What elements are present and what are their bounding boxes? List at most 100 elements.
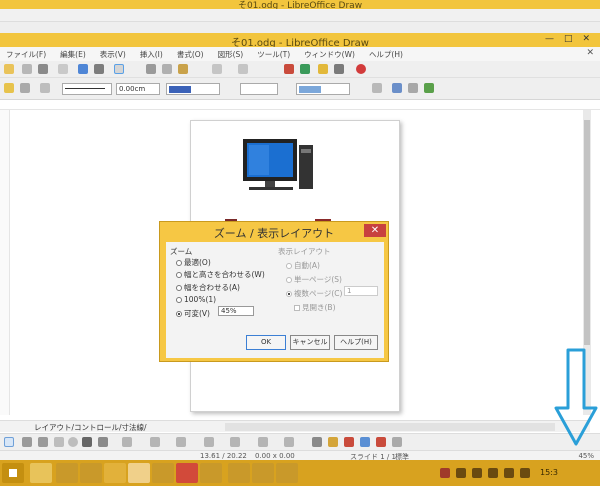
taskbar-app-icon[interactable] [104, 463, 126, 483]
menu-edit[interactable]: 編集(E) [60, 49, 86, 60]
help-button[interactable]: ヘルプ(H) [334, 335, 378, 350]
maximize-button[interactable]: □ [564, 34, 573, 44]
redo-icon[interactable] [238, 64, 248, 74]
gradient-icon[interactable] [392, 83, 402, 93]
ime-icon[interactable] [520, 468, 530, 478]
line-width-field[interactable]: 0.00cm [116, 83, 160, 95]
print-icon[interactable] [94, 64, 104, 74]
spelling-icon[interactable] [284, 64, 294, 74]
close-document-icon[interactable]: ✕ [586, 48, 594, 58]
line-arrow-icon[interactable] [20, 83, 30, 93]
clock[interactable]: 15:3 [540, 468, 558, 477]
line-icon[interactable] [22, 437, 32, 447]
volume-icon[interactable] [504, 468, 514, 478]
start-button-icon[interactable] [2, 463, 24, 483]
taskbar-app-icon[interactable] [80, 463, 102, 483]
gallery-icon[interactable] [360, 437, 370, 447]
taskbar-app-icon[interactable] [228, 463, 250, 483]
menu-file[interactable]: ファイル(F) [6, 49, 46, 60]
taskbar-app-icon[interactable] [276, 463, 298, 483]
menu-help[interactable]: ヘルプ(H) [369, 49, 403, 60]
dialog-close-button[interactable]: ✕ [364, 224, 386, 237]
bookmode-checkbox[interactable]: 見開き(B) [294, 302, 336, 313]
navigator-icon[interactable] [318, 64, 328, 74]
stars-icon[interactable] [284, 437, 294, 447]
menu-tools[interactable]: ツール(T) [257, 49, 290, 60]
zoom-option-fit-whole[interactable]: 幅と高さを合わせる(W) [176, 269, 265, 280]
shadow-icon[interactable] [372, 83, 382, 93]
fontwork-icon[interactable] [98, 437, 108, 447]
select-icon[interactable] [4, 437, 14, 447]
rectangle-icon[interactable] [54, 437, 64, 447]
close-window-button[interactable]: ✕ [582, 34, 590, 44]
line-color-select[interactable] [166, 83, 220, 95]
layout-option-single[interactable]: 単一ページ(S) [286, 274, 342, 285]
tray-icon[interactable] [440, 468, 450, 478]
lines-arrows-icon[interactable] [150, 437, 160, 447]
libreoffice-draw-taskbar-icon[interactable] [128, 463, 150, 483]
menu-shape[interactable]: 図形(S) [218, 49, 244, 60]
text-icon[interactable] [82, 437, 92, 447]
vertical-scrollbar-thumb[interactable] [584, 120, 590, 345]
layout-option-columns[interactable]: 複数ページ(C) [286, 288, 342, 299]
save-icon[interactable] [38, 64, 48, 74]
new-icon[interactable] [4, 64, 14, 74]
cut-icon[interactable] [146, 64, 156, 74]
symbol-shapes-icon[interactable] [230, 437, 240, 447]
columns-field[interactable]: 1 [344, 286, 378, 296]
tab-layout[interactable]: レイアウト/コントロール/寸法線/ [34, 422, 147, 433]
zoom-option-100[interactable]: 100%(1) [176, 295, 216, 304]
export-pdf-icon[interactable] [78, 64, 88, 74]
points-icon[interactable] [312, 437, 322, 447]
open-icon[interactable] [22, 64, 32, 74]
cancel-button[interactable]: キャンセル [290, 335, 330, 350]
network-icon[interactable] [488, 468, 498, 478]
curve-icon[interactable] [176, 437, 186, 447]
connector-icon[interactable] [122, 437, 132, 447]
line-style-icon[interactable] [4, 83, 14, 93]
taskbar-app-icon[interactable] [200, 463, 222, 483]
flag-icon[interactable] [472, 468, 482, 478]
minimize-button[interactable]: — [545, 34, 554, 44]
zoom-option-fit-width[interactable]: 幅を合わせる(A) [176, 282, 240, 293]
position-size-icon[interactable] [424, 83, 434, 93]
zoom-option-optimal[interactable]: 最適(O) [176, 257, 211, 268]
taskbar-pdf-icon[interactable] [176, 463, 198, 483]
arrow-line-icon[interactable] [38, 437, 48, 447]
basic-shapes-icon[interactable] [204, 437, 214, 447]
area-icon[interactable] [40, 83, 50, 93]
taskbar-app-icon[interactable] [252, 463, 274, 483]
from-file-icon[interactable] [344, 437, 354, 447]
extrusion-icon[interactable] [376, 437, 386, 447]
tray-icon[interactable] [456, 468, 466, 478]
horizontal-scrollbar[interactable] [225, 423, 555, 431]
menu-view[interactable]: 表示(V) [100, 49, 126, 60]
area-style-select[interactable] [240, 83, 278, 95]
ok-button[interactable]: OK [246, 335, 286, 350]
area-color-select[interactable] [296, 83, 350, 95]
menu-format[interactable]: 書式(O) [177, 49, 204, 60]
taskbar-app-icon[interactable] [152, 463, 174, 483]
undo-icon[interactable] [212, 64, 222, 74]
glue-points-icon[interactable] [328, 437, 338, 447]
edit-mode-icon[interactable] [114, 64, 124, 74]
zoom-variable-field[interactable]: 45% [218, 306, 254, 316]
zoom-icon[interactable] [334, 64, 344, 74]
line-style-select[interactable] [62, 83, 112, 95]
taskbar-app-icon[interactable] [56, 463, 78, 483]
ellipse-icon[interactable] [68, 437, 78, 447]
transparency-icon[interactable] [408, 83, 418, 93]
paste-icon[interactable] [178, 64, 188, 74]
more-tools-icon[interactable] [392, 437, 402, 447]
zoom-level[interactable]: 45% [578, 452, 594, 460]
computer-clipart[interactable] [243, 139, 313, 190]
copy-icon[interactable] [162, 64, 172, 74]
grid-icon[interactable] [300, 64, 310, 74]
help-icon[interactable] [356, 64, 366, 74]
block-arrows-icon[interactable] [258, 437, 268, 447]
layout-option-auto[interactable]: 自動(A) [286, 260, 320, 271]
export-icon[interactable] [58, 64, 68, 74]
file-explorer-icon[interactable] [30, 463, 52, 483]
menu-window[interactable]: ウィンドウ(W) [304, 49, 355, 60]
zoom-option-variable[interactable]: 可変(V) [176, 308, 210, 319]
